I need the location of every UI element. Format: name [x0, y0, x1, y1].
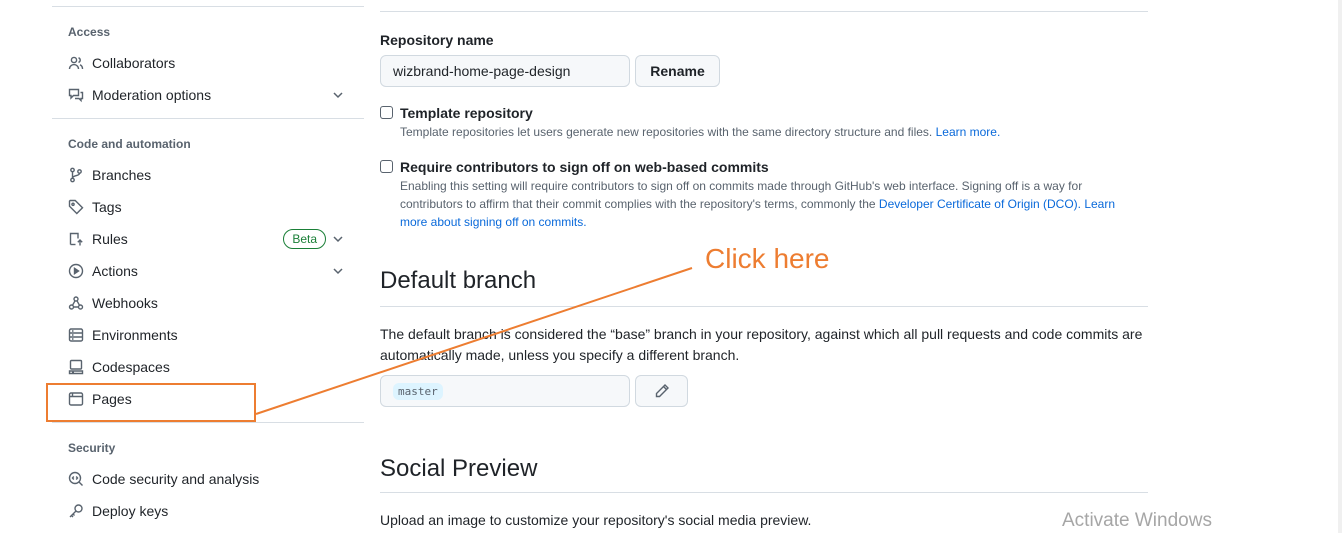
- annotation-highlight-box: [46, 383, 256, 422]
- annotation-label: Click here: [705, 243, 830, 274]
- annotation-arrow-line: [255, 267, 693, 415]
- scrollbar[interactable]: [1338, 0, 1342, 533]
- windows-watermark: Activate Windows: [1062, 510, 1212, 531]
